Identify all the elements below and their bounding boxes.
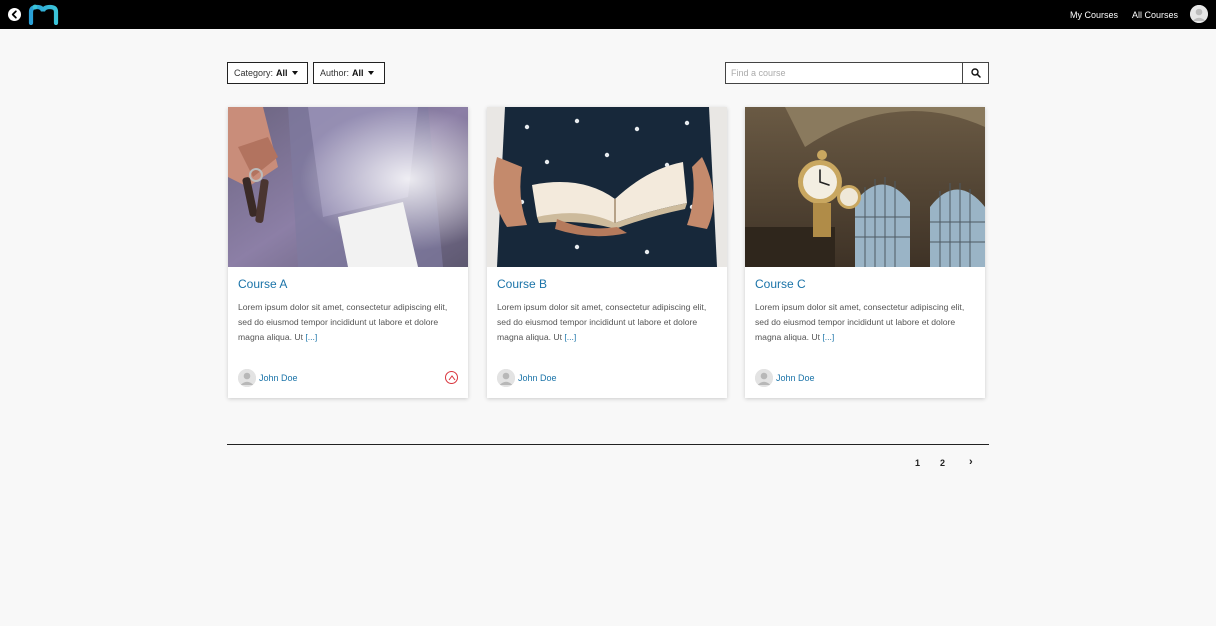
- search-icon: [970, 68, 981, 78]
- next-page-link[interactable]: ›: [969, 456, 973, 468]
- course-card[interactable]: Course A Lorem ipsum dolor sit amet, con…: [228, 107, 468, 398]
- author-avatar-icon: [755, 369, 773, 387]
- course-image[interactable]: [228, 107, 468, 267]
- course-author[interactable]: John Doe: [238, 369, 298, 387]
- page-1-link[interactable]: 1: [915, 458, 920, 468]
- author-name[interactable]: John Doe: [518, 373, 557, 383]
- category-filter[interactable]: Category: All: [227, 62, 308, 84]
- course-author[interactable]: John Doe: [755, 369, 815, 387]
- search-button[interactable]: [962, 63, 988, 83]
- author-avatar-icon: [497, 369, 515, 387]
- read-more-link[interactable]: [...]: [564, 332, 576, 342]
- read-more-link[interactable]: [...]: [305, 332, 317, 342]
- course-description-text: Lorem ipsum dolor sit amet, consectetur …: [497, 302, 707, 342]
- nav-links: My Courses All Courses: [1070, 0, 1178, 29]
- course-title[interactable]: Course C: [755, 277, 806, 291]
- course-card[interactable]: Course C Lorem ipsum dolor sit amet, con…: [745, 107, 985, 398]
- category-filter-label: Category:: [234, 68, 274, 78]
- course-description: Lorem ipsum dolor sit amet, consectetur …: [497, 300, 719, 345]
- course-card[interactable]: Course B Lorem ipsum dolor sit amet, con…: [487, 107, 727, 398]
- author-filter-value: All: [352, 68, 364, 78]
- caret-down-icon: [291, 71, 298, 75]
- course-title[interactable]: Course B: [497, 277, 547, 291]
- caret-down-icon: [367, 71, 374, 75]
- course-image[interactable]: [745, 107, 985, 267]
- course-description-text: Lorem ipsum dolor sit amet, consectetur …: [238, 302, 448, 342]
- author-name[interactable]: John Doe: [259, 373, 298, 383]
- nav-all-courses[interactable]: All Courses: [1132, 10, 1178, 20]
- user-avatar-icon[interactable]: [1190, 5, 1208, 23]
- author-filter-label: Author:: [320, 68, 350, 78]
- course-author[interactable]: John Doe: [497, 369, 557, 387]
- course-title[interactable]: Course A: [238, 277, 287, 291]
- top-navbar: My Courses All Courses: [0, 0, 1216, 29]
- moodle-logo[interactable]: [28, 3, 64, 26]
- author-filter[interactable]: Author: All: [313, 62, 385, 84]
- author-avatar-icon: [238, 369, 256, 387]
- author-name[interactable]: John Doe: [776, 373, 815, 383]
- nav-my-courses[interactable]: My Courses: [1070, 10, 1118, 20]
- category-filter-value: All: [276, 68, 288, 78]
- badge-icon: [445, 371, 458, 384]
- course-description: Lorem ipsum dolor sit amet, consectetur …: [755, 300, 977, 345]
- course-description-text: Lorem ipsum dolor sit amet, consectetur …: [755, 302, 965, 342]
- read-more-link[interactable]: [...]: [822, 332, 834, 342]
- course-image[interactable]: [487, 107, 727, 267]
- back-arrow-icon[interactable]: [8, 8, 21, 21]
- page-2-link[interactable]: 2: [940, 458, 945, 468]
- content-divider: [227, 444, 989, 445]
- course-description: Lorem ipsum dolor sit amet, consectetur …: [238, 300, 460, 345]
- search-input[interactable]: [726, 63, 962, 83]
- course-search: [725, 62, 989, 84]
